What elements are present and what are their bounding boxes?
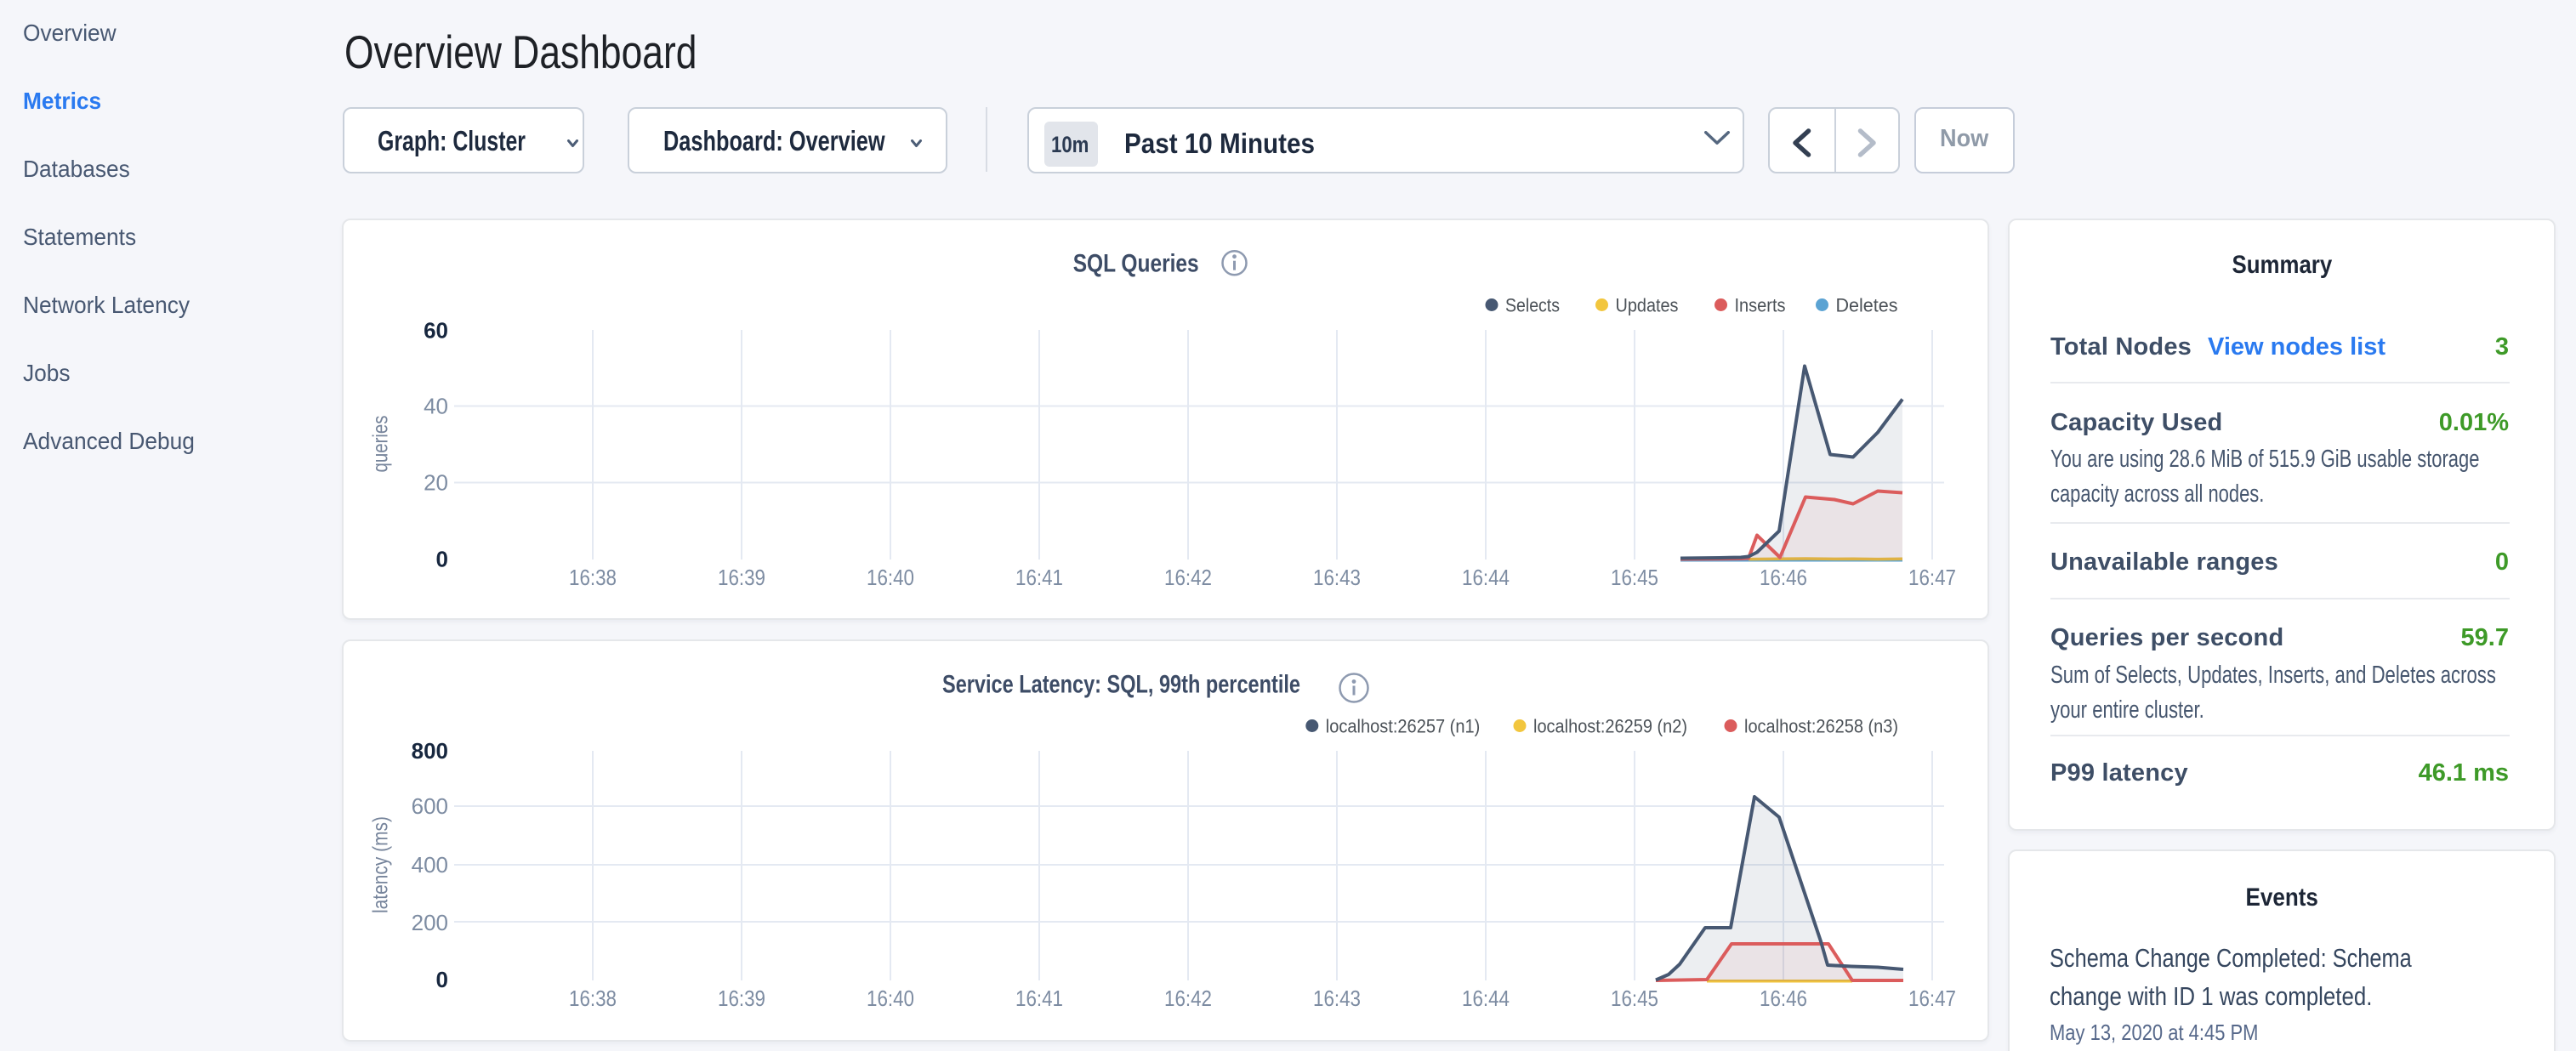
svg-text:16:42: 16:42 [1164, 986, 1212, 1011]
svg-text:queries: queries [369, 416, 393, 473]
svg-text:latency (ms): latency (ms) [369, 816, 393, 913]
svg-text:SQL Queries: SQL Queries [1073, 250, 1199, 278]
svg-text:600: 600 [412, 793, 448, 819]
svg-text:16:39: 16:39 [718, 986, 765, 1011]
svg-text:800: 800 [412, 738, 448, 764]
svg-text:Service Latency: SQL, 99th per: Service Latency: SQL, 99th percentile [942, 671, 1300, 699]
svg-text:Selects: Selects [1505, 295, 1560, 316]
svg-text:Updates: Updates [1616, 295, 1679, 316]
svg-text:16:42: 16:42 [1164, 565, 1212, 590]
svg-text:16:47: 16:47 [1908, 565, 1956, 590]
svg-text:60: 60 [424, 318, 448, 344]
svg-text:localhost:26259 (n2): localhost:26259 (n2) [1533, 716, 1687, 737]
svg-text:16:45: 16:45 [1611, 986, 1658, 1011]
svg-text:16:45: 16:45 [1611, 565, 1658, 590]
svg-text:40: 40 [424, 394, 448, 419]
svg-text:16:38: 16:38 [569, 565, 617, 590]
svg-text:16:38: 16:38 [569, 986, 617, 1011]
svg-text:localhost:26258 (n3): localhost:26258 (n3) [1744, 716, 1898, 737]
svg-text:16:44: 16:44 [1462, 986, 1510, 1011]
svg-text:Deletes: Deletes [1836, 295, 1898, 316]
svg-text:16:46: 16:46 [1760, 986, 1807, 1011]
svg-text:16:43: 16:43 [1313, 986, 1361, 1011]
svg-text:16:40: 16:40 [867, 986, 914, 1011]
svg-text:16:46: 16:46 [1760, 565, 1807, 590]
svg-text:0: 0 [436, 967, 448, 992]
svg-text:16:41: 16:41 [1015, 565, 1063, 590]
svg-text:400: 400 [412, 852, 448, 878]
svg-text:localhost:26257 (n1): localhost:26257 (n1) [1326, 716, 1481, 737]
svg-text:16:44: 16:44 [1462, 565, 1510, 590]
svg-text:16:40: 16:40 [867, 565, 914, 590]
svg-text:16:41: 16:41 [1015, 986, 1063, 1011]
svg-text:16:43: 16:43 [1313, 565, 1361, 590]
svg-text:20: 20 [424, 470, 448, 496]
svg-text:16:39: 16:39 [718, 565, 765, 590]
svg-text:16:47: 16:47 [1908, 986, 1956, 1011]
svg-text:0: 0 [436, 547, 448, 572]
svg-text:Inserts: Inserts [1735, 295, 1786, 316]
svg-text:200: 200 [412, 910, 448, 935]
